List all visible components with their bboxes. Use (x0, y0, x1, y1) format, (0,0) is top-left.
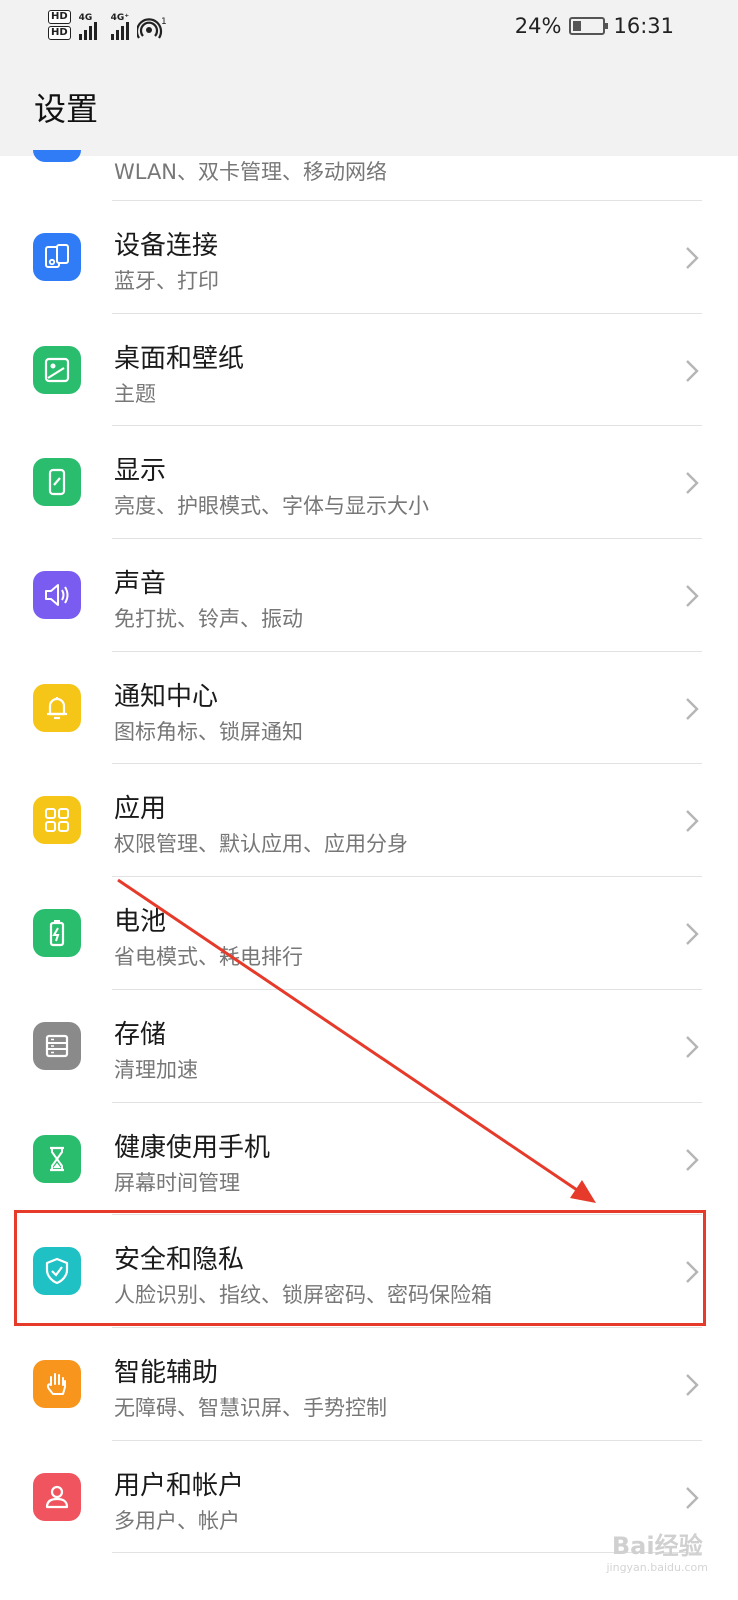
settings-item-subtitle: 权限管理、默认应用、应用分身 (114, 832, 408, 857)
settings-item-subtitle: 免打扰、铃声、振动 (114, 607, 303, 632)
settings-item-sound[interactable]: 声音 免打扰、铃声、振动 (0, 539, 738, 652)
bell-icon (33, 683, 81, 732)
hotspot-icon: 1 (136, 17, 167, 39)
signal-icon-sim1: 4G (78, 13, 97, 40)
settings-item-title: 存储 (114, 1019, 167, 1050)
settings-list[interactable]: WLAN、双卡管理、移动网络 设备连接 蓝牙、打印 桌面和壁纸 主题 显示 亮度… (0, 150, 738, 1600)
settings-item-subtitle: 亮度、护眼模式、字体与显示大小 (114, 494, 429, 519)
storage-icon (33, 1021, 81, 1070)
clock: 16:31 (613, 14, 674, 38)
chevron-right-icon (686, 810, 699, 833)
user-icon (33, 1472, 81, 1521)
status-right: 24% 16:31 (515, 14, 674, 38)
hotspot-count: 1 (161, 17, 167, 27)
hd-badge-sim2: HD (48, 26, 71, 40)
signal-icon-sim2: 4G⁺ (110, 13, 130, 40)
settings-item-title: 设备连接 (114, 231, 219, 261)
hand-icon (33, 1359, 81, 1408)
settings-item-subtitle: 多用户、帐户 (114, 1508, 240, 1533)
baidu-watermark-logo: Bai经验 jingyan.baidu.com (606, 1526, 708, 1574)
hd-badge-sim1: HD (48, 10, 71, 24)
highlight-box (14, 1210, 706, 1326)
app-header: 设置 (0, 60, 738, 156)
settings-item-battery[interactable]: 电池 省电模式、耗电排行 (0, 877, 738, 990)
battery-icon (33, 909, 81, 958)
watermark-brand-suffix: 经验 (654, 1532, 703, 1560)
settings-item-display[interactable]: 显示 亮度、护眼模式、字体与显示大小 (0, 426, 738, 540)
settings-item-title: 健康使用手机 (114, 1132, 271, 1163)
hourglass-icon (33, 1134, 81, 1183)
settings-item-subtitle: 图标角标、锁屏通知 (114, 719, 303, 744)
sound-icon (33, 571, 81, 620)
settings-item-subtitle: 清理加速 (114, 1057, 198, 1082)
settings-item-subtitle: 屏幕时间管理 (114, 1170, 240, 1195)
chevron-right-icon (686, 359, 699, 382)
chevron-right-icon (686, 923, 699, 945)
display-icon (33, 458, 81, 507)
settings-item-title: 桌面和壁纸 (114, 343, 245, 374)
chevron-right-icon (686, 247, 699, 269)
settings-item-subtitle: 无障碍、智慧识屏、手势控制 (114, 1395, 387, 1420)
wallpaper-icon (33, 345, 81, 394)
chevron-right-icon (686, 472, 699, 495)
apps-grid-icon (33, 796, 81, 845)
settings-item-notifications[interactable]: 通知中心 图标角标、锁屏通知 (0, 652, 738, 765)
settings-item-wallpaper[interactable]: 桌面和壁纸 主题 (0, 314, 738, 427)
settings-item-device-connection[interactable]: 设备连接 蓝牙、打印 (0, 201, 738, 314)
settings-item-title: 用户和帐户 (114, 1470, 245, 1501)
settings-item-title: 电池 (114, 907, 167, 938)
settings-item-subtitle: WLAN、双卡管理、移动网络 (114, 160, 388, 184)
battery-percent: 24% (514, 14, 562, 38)
settings-item-title: 声音 (114, 569, 167, 600)
watermark-brand: Bai (611, 1532, 655, 1560)
settings-item-title: 应用 (114, 794, 167, 825)
chevron-right-icon (686, 1148, 699, 1171)
page-title: 设置 (34, 90, 99, 128)
network-type-sim1: 4G (78, 13, 93, 23)
status-left: HD HD 4G 4G⁺ 1 (48, 10, 167, 50)
chevron-right-icon (686, 585, 699, 607)
chevron-right-icon (686, 1035, 699, 1058)
watermark-url: jingyan.baidu.com (606, 1561, 708, 1574)
settings-item-title: 显示 (114, 456, 167, 487)
hd-indicators: HD HD (48, 10, 71, 40)
settings-item-smart-assistance[interactable]: 智能辅助 无障碍、智慧识屏、手势控制 (0, 1328, 738, 1441)
chevron-right-icon (686, 697, 699, 720)
network-icon (33, 150, 81, 162)
network-type-sim2: 4G⁺ (110, 13, 130, 23)
settings-item-apps[interactable]: 应用 权限管理、默认应用、应用分身 (0, 764, 738, 878)
settings-item-digital-balance[interactable]: 健康使用手机 屏幕时间管理 (0, 1103, 738, 1216)
status-bar: HD HD 4G 4G⁺ 1 24% 16:31 (0, 0, 738, 60)
settings-item-subtitle: 主题 (114, 381, 156, 406)
settings-item-title: 通知中心 (114, 681, 219, 712)
settings-item-subtitle: 省电模式、耗电排行 (114, 945, 303, 970)
battery-charging-icon (569, 17, 609, 35)
settings-item-title: 智能辅助 (114, 1357, 219, 1388)
settings-item-wireless-network[interactable]: WLAN、双卡管理、移动网络 (0, 150, 738, 201)
chevron-right-icon (686, 1374, 699, 1396)
device-connect-icon (33, 233, 81, 281)
chevron-right-icon (686, 1486, 699, 1509)
settings-item-subtitle: 蓝牙、打印 (114, 269, 219, 293)
settings-item-storage[interactable]: 存储 清理加速 (0, 990, 738, 1103)
